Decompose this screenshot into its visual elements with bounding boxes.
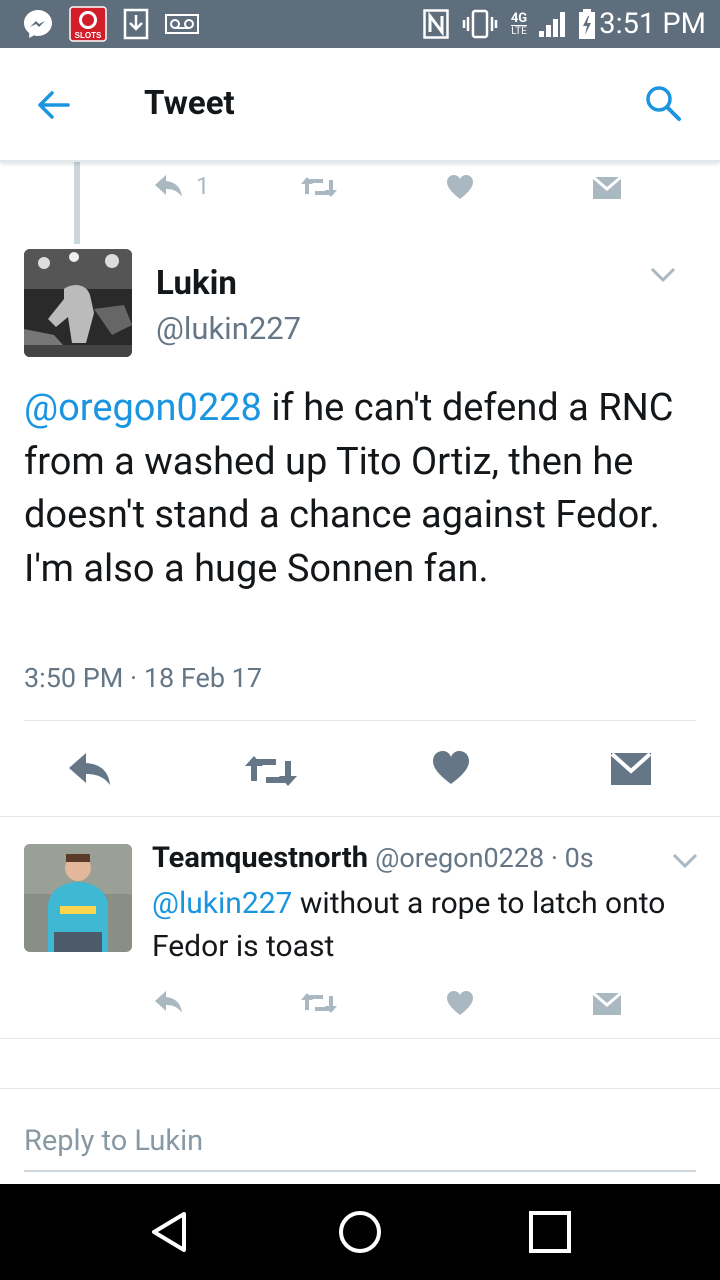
slots-app-icon: SLOTS bbox=[68, 6, 108, 42]
nav-home-button[interactable] bbox=[336, 1208, 384, 1256]
dm-button[interactable] bbox=[610, 752, 652, 786]
messenger-icon bbox=[20, 8, 56, 40]
divider bbox=[0, 1088, 720, 1089]
nav-recents-button[interactable] bbox=[526, 1208, 574, 1256]
square-recents-icon bbox=[529, 1211, 571, 1253]
like-button[interactable] bbox=[432, 750, 470, 786]
divider bbox=[0, 816, 720, 817]
chevron-down-icon bbox=[650, 267, 676, 283]
retweet-button[interactable] bbox=[244, 752, 298, 790]
nfc-icon bbox=[422, 8, 450, 40]
tweet-text: @oregon0228 if he can't defend a RNC fro… bbox=[24, 382, 696, 596]
arrow-left-icon bbox=[38, 91, 70, 119]
reply-retweet-button[interactable] bbox=[300, 990, 338, 1016]
nav-back-button[interactable] bbox=[146, 1208, 194, 1256]
mail-icon bbox=[592, 176, 622, 199]
page-title: Tweet bbox=[144, 84, 235, 123]
retweet-icon bbox=[245, 756, 297, 786]
parent-reply-count: 1 bbox=[196, 172, 210, 200]
status-bar: SLOTS 4G LTE 3:51 PM bbox=[0, 0, 720, 48]
reply-author-handle[interactable]: @oregon0228 · 0s bbox=[375, 842, 594, 874]
signal-icon bbox=[536, 8, 570, 40]
heart-icon bbox=[447, 991, 473, 1015]
reply-options-button[interactable] bbox=[672, 852, 698, 874]
reply-mention-link[interactable]: @lukin227 bbox=[152, 886, 292, 921]
parent-like-button[interactable] bbox=[446, 174, 474, 200]
mention-link[interactable]: @oregon0228 bbox=[24, 386, 262, 430]
download-icon bbox=[122, 8, 150, 40]
slots-label: SLOTS bbox=[75, 31, 102, 40]
heart-icon bbox=[447, 175, 473, 199]
reply-icon bbox=[155, 991, 182, 1013]
back-button[interactable] bbox=[30, 82, 82, 128]
author-handle[interactable]: @lukin227 bbox=[156, 308, 301, 350]
network-label: 4G bbox=[510, 10, 528, 26]
retweet-icon bbox=[301, 993, 337, 1013]
parent-reply-button[interactable]: 1 bbox=[152, 172, 210, 200]
reply-input[interactable] bbox=[24, 1112, 696, 1172]
triangle-back-icon bbox=[152, 1212, 186, 1252]
retweet-icon bbox=[301, 177, 337, 197]
reply-button[interactable] bbox=[66, 750, 114, 788]
voicemail-icon bbox=[164, 8, 200, 40]
reply-like-button[interactable] bbox=[446, 990, 474, 1016]
parent-dm-button[interactable] bbox=[592, 176, 622, 200]
author-name[interactable]: Lukin bbox=[156, 262, 237, 306]
top-app-bar: Tweet bbox=[0, 48, 720, 162]
vibrate-icon bbox=[462, 8, 498, 40]
4g-lte-icon: 4G LTE bbox=[510, 10, 528, 37]
reply-author-name[interactable]: Teamquestnorth bbox=[152, 841, 368, 875]
reply-avatar-photo bbox=[24, 844, 132, 952]
reply-icon bbox=[69, 753, 110, 785]
search-icon bbox=[646, 86, 681, 121]
parent-tweet-actions: 1 bbox=[0, 168, 720, 208]
parent-retweet-button[interactable] bbox=[300, 174, 338, 200]
reply-text: @lukin227 without a rope to latch onto F… bbox=[152, 882, 692, 968]
navigation-bar bbox=[0, 1184, 720, 1280]
circle-home-icon bbox=[339, 1211, 381, 1253]
tweet-options-button[interactable] bbox=[650, 266, 676, 288]
divider bbox=[24, 720, 696, 721]
reply-dm-button[interactable] bbox=[592, 992, 622, 1016]
tweet-timestamp: 3:50 PM · 18 Feb 17 bbox=[24, 662, 263, 694]
divider bbox=[0, 1038, 720, 1039]
status-time: 3:51 PM bbox=[599, 7, 706, 41]
mail-icon bbox=[610, 752, 652, 785]
heart-icon bbox=[433, 751, 469, 784]
avatar-photo bbox=[24, 249, 132, 357]
tweet-actions bbox=[0, 748, 720, 792]
reply-icon bbox=[155, 175, 182, 197]
reply-header: Teamquestnorth @oregon0228 · 0s bbox=[152, 838, 594, 878]
mail-icon bbox=[592, 992, 622, 1015]
reply-avatar[interactable] bbox=[24, 844, 132, 952]
search-button[interactable] bbox=[642, 82, 686, 126]
reply-reply-button[interactable] bbox=[152, 988, 186, 1016]
avatar[interactable] bbox=[24, 249, 132, 357]
battery-charging-icon bbox=[576, 8, 598, 40]
reply-tweet-actions bbox=[0, 984, 720, 1024]
chevron-down-icon bbox=[672, 853, 698, 869]
